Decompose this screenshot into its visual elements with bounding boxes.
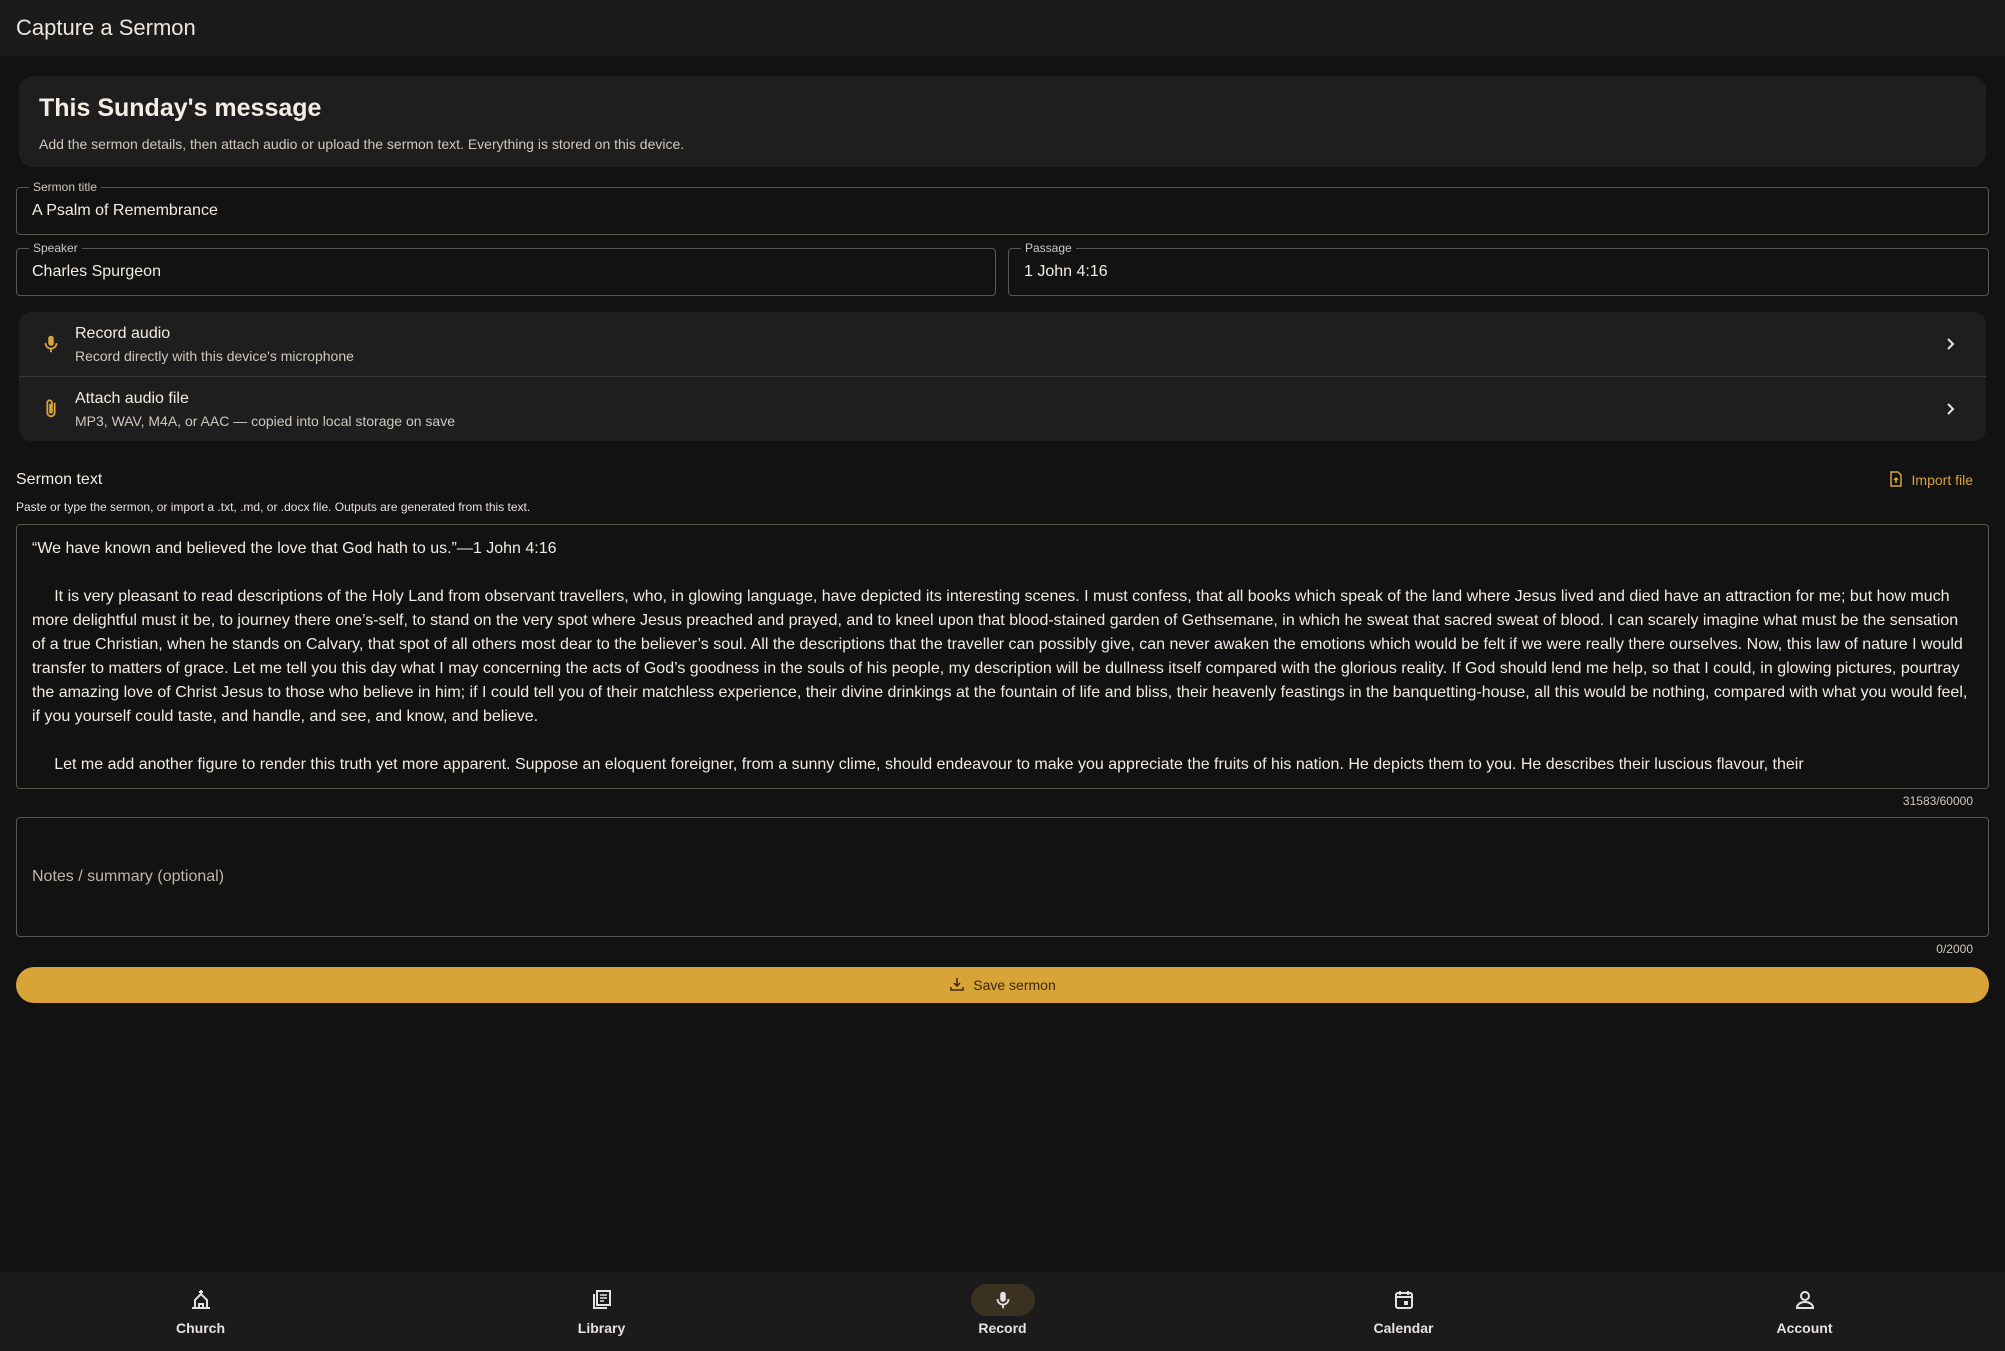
save-sermon-label: Save sermon <box>973 977 1056 993</box>
sermon-text-line: “We have known and believed the love tha… <box>32 540 557 557</box>
passage-label: Passage <box>1021 241 1076 255</box>
sermon-text-help: Paste or type the sermon, or import a .t… <box>16 500 531 514</box>
church-icon <box>169 1284 233 1316</box>
sermon-text-paragraph: It is very pleasant to read descriptions… <box>32 588 1972 725</box>
sermon-text-label: Sermon text <box>16 471 103 488</box>
hero-card: This Sunday's message Add the sermon det… <box>19 76 1986 167</box>
nav-label: Church <box>176 1320 225 1336</box>
chevron-right-icon <box>1942 401 1958 417</box>
download-icon <box>949 976 965 995</box>
main-content: This Sunday's message Add the sermon det… <box>16 76 1989 1003</box>
nav-item-church[interactable]: Church <box>0 1272 401 1351</box>
hero-subtitle: Add the sermon details, then attach audi… <box>39 136 685 152</box>
mic-icon <box>39 332 63 356</box>
notes-counter: 0/2000 <box>1936 942 1973 956</box>
passage-input[interactable]: 1 John 4:16 <box>1024 263 1108 281</box>
sermon-text-area[interactable]: “We have known and believed the love tha… <box>16 524 1989 789</box>
nav-item-library[interactable]: Library <box>401 1272 802 1351</box>
audio-options-card: Record audio Record directly with this d… <box>19 312 1986 441</box>
nav-label: Library <box>577 1320 626 1336</box>
paperclip-icon <box>39 397 63 421</box>
nav-label: Account <box>1776 1320 1833 1336</box>
sermon-text-paragraph: Let me add another figure to render this… <box>32 756 1804 773</box>
mic-icon <box>970 1284 1035 1316</box>
speaker-field[interactable]: Speaker Charles Spurgeon <box>16 241 996 296</box>
file-upload-icon <box>1888 470 1904 490</box>
attach-audio-subtitle: MP3, WAV, M4A, or AAC — copied into loca… <box>75 412 455 429</box>
speaker-input[interactable]: Charles Spurgeon <box>32 263 161 281</box>
sermon-title-field[interactable]: Sermon title A Psalm of Remembrance <box>16 180 1989 235</box>
nav-label: Calendar <box>1373 1320 1434 1336</box>
app-bar: Capture a Sermon <box>0 0 2005 56</box>
nav-item-calendar[interactable]: Calendar <box>1203 1272 1604 1351</box>
sermon-text-header: Sermon text Import file <box>16 470 1989 490</box>
attach-audio-option[interactable]: Attach audio file MP3, WAV, M4A, or AAC … <box>19 376 1986 441</box>
save-sermon-button[interactable]: Save sermon <box>16 967 1989 1003</box>
import-file-button[interactable]: Import file <box>1888 470 1973 490</box>
library-icon <box>570 1284 634 1316</box>
chevron-right-icon <box>1942 336 1958 352</box>
bottom-navigation: Church Library Record Calendar Account <box>0 1272 2005 1351</box>
record-audio-title: Record audio <box>75 324 171 342</box>
person-icon <box>1773 1284 1837 1316</box>
notes-placeholder: Notes / summary (optional) <box>32 868 225 885</box>
speaker-label: Speaker <box>29 241 82 255</box>
passage-field[interactable]: Passage 1 John 4:16 <box>1008 241 1989 296</box>
page-title: Capture a Sermon <box>16 15 196 40</box>
calendar-icon <box>1372 1284 1436 1316</box>
notes-field[interactable]: Notes / summary (optional) <box>16 817 1989 937</box>
import-file-label: Import file <box>1911 472 1973 488</box>
sermon-title-input[interactable]: A Psalm of Remembrance <box>32 202 218 220</box>
attach-audio-title: Attach audio file <box>75 389 189 407</box>
sermon-text-counter: 31583/60000 <box>1902 794 1973 808</box>
sermon-title-label: Sermon title <box>29 180 102 194</box>
nav-label: Record <box>978 1320 1027 1336</box>
record-audio-subtitle: Record directly with this device's micro… <box>75 347 354 364</box>
nav-item-account[interactable]: Account <box>1604 1272 2005 1351</box>
record-audio-option[interactable]: Record audio Record directly with this d… <box>19 312 1986 376</box>
nav-item-record[interactable]: Record <box>802 1272 1203 1351</box>
hero-title: This Sunday's message <box>39 94 322 122</box>
